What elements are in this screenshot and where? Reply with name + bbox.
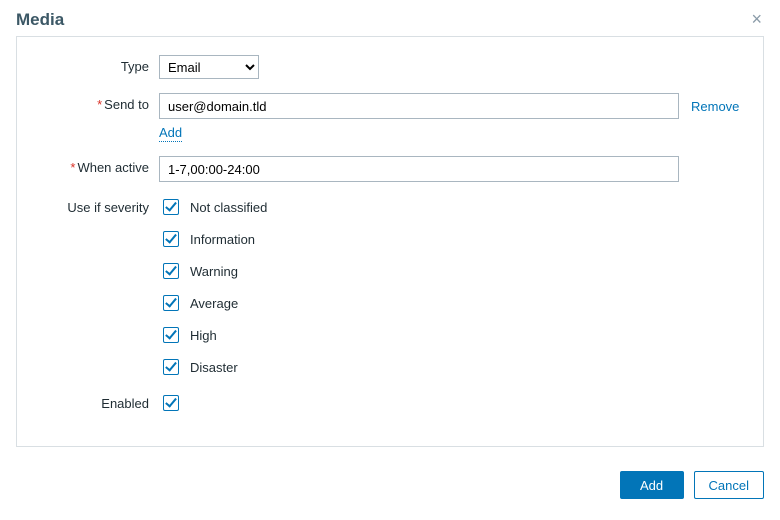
severity-label: Average	[190, 296, 238, 311]
severity-checkbox[interactable]	[163, 359, 179, 375]
send-to-input[interactable]	[159, 93, 679, 119]
label-when-active: *When active	[39, 156, 159, 175]
severity-label: Warning	[190, 264, 238, 279]
severity-checkbox[interactable]	[163, 263, 179, 279]
cancel-button[interactable]: Cancel	[694, 471, 764, 499]
row-severity: Use if severity Not classified Informati…	[39, 196, 741, 378]
severity-label: Disaster	[190, 360, 238, 375]
severity-item-disaster[interactable]: Disaster	[159, 356, 267, 378]
dialog-header: Media ×	[16, 10, 764, 30]
row-send-to: *Send to Remove	[39, 93, 741, 119]
form-panel: Type Email *Send to Remove Add *When act…	[16, 36, 764, 447]
severity-checkbox[interactable]	[163, 231, 179, 247]
add-send-to-link[interactable]: Add	[159, 125, 182, 142]
row-add-send-to: Add	[39, 125, 741, 142]
enabled-checkbox[interactable]	[163, 395, 179, 411]
row-type: Type Email	[39, 55, 741, 79]
severity-label: Information	[190, 232, 255, 247]
row-enabled: Enabled	[39, 392, 741, 414]
dialog-title: Media	[16, 10, 64, 30]
severity-item-high[interactable]: High	[159, 324, 267, 346]
severity-checkbox[interactable]	[163, 295, 179, 311]
required-asterisk-icon: *	[97, 97, 102, 112]
severity-label: High	[190, 328, 217, 343]
label-type: Type	[39, 55, 159, 74]
severity-item-information[interactable]: Information	[159, 228, 267, 250]
severity-checkbox[interactable]	[163, 199, 179, 215]
severity-label: Not classified	[190, 200, 267, 215]
enabled-item[interactable]	[159, 392, 182, 414]
severity-item-not-classified[interactable]: Not classified	[159, 196, 267, 218]
label-send-to: *Send to	[39, 93, 159, 112]
label-severity: Use if severity	[39, 196, 159, 215]
close-icon[interactable]: ×	[749, 10, 764, 28]
add-button[interactable]: Add	[620, 471, 684, 499]
severity-checkbox[interactable]	[163, 327, 179, 343]
severity-item-average[interactable]: Average	[159, 292, 267, 314]
row-when-active: *When active	[39, 156, 741, 182]
remove-send-to-link[interactable]: Remove	[691, 99, 739, 114]
required-asterisk-icon: *	[70, 160, 75, 175]
type-select[interactable]: Email	[159, 55, 259, 79]
label-enabled: Enabled	[39, 392, 159, 411]
severity-list: Not classified Information Warning Avera…	[159, 196, 267, 378]
severity-item-warning[interactable]: Warning	[159, 260, 267, 282]
when-active-input[interactable]	[159, 156, 679, 182]
dialog-footer: Add Cancel	[16, 471, 764, 499]
